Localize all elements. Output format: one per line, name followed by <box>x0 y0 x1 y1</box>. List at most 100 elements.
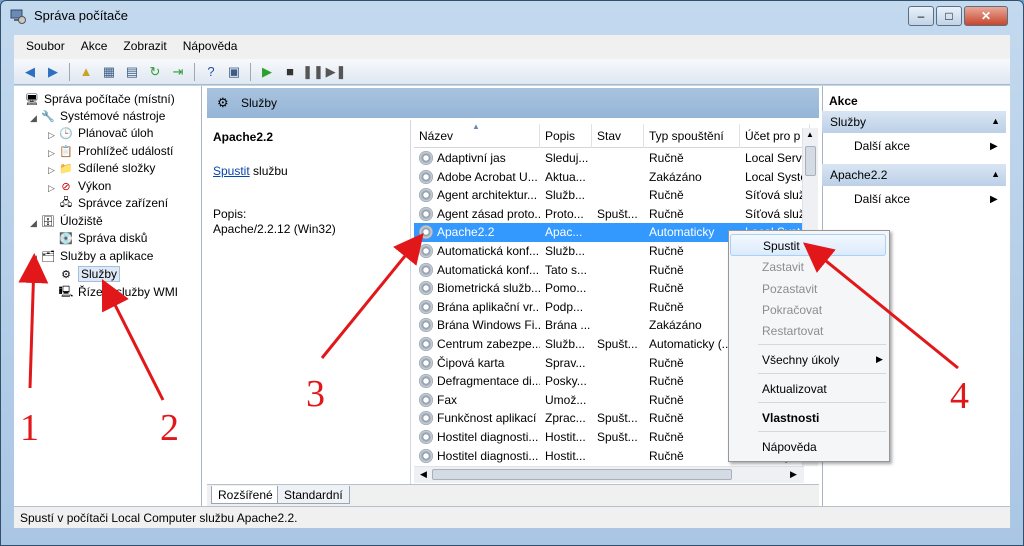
tree-disk-management[interactable]: 💽 Správa disků <box>58 229 147 247</box>
tab-extended[interactable]: Rozšířené <box>211 486 280 504</box>
pause-service-icon[interactable]: ❚❚ <box>302 62 324 82</box>
collapse-up-icon[interactable]: ▲ <box>991 116 1000 126</box>
help-icon[interactable]: ? <box>201 62 221 82</box>
scroll-left-icon[interactable]: ◀ <box>420 469 427 480</box>
table-cell: Apache2.2 <box>414 223 540 242</box>
menu-bar: Soubor Akce Zobrazit Nápověda <box>18 36 245 58</box>
tree-event-viewer[interactable]: 📋 Prohlížeč událostí <box>58 142 173 160</box>
table-row[interactable]: Adaptivní jas Sleduj... Ručně Local Serv <box>414 149 810 168</box>
table-cell: Hostit... <box>540 447 592 466</box>
expand-icon[interactable]: ▷ <box>48 130 55 141</box>
back-icon[interactable]: ◀ <box>20 62 40 82</box>
ctx-all-tasks[interactable]: Všechny úkoly <box>730 349 886 371</box>
table-cell-text: Biometrická služb... <box>437 281 540 296</box>
minimize-button[interactable]: – <box>908 6 934 26</box>
scroll-up-icon[interactable]: ▲ <box>806 130 814 139</box>
collapse-icon[interactable]: ◢ <box>30 113 37 124</box>
title-bar: Správa počítače – □ ✕ <box>0 0 1022 30</box>
horizontal-scrollbar[interactable]: ◀ ▶ <box>414 466 804 483</box>
table-cell: Čipová karta <box>414 354 540 373</box>
table-cell-text: Spušt... <box>597 337 638 351</box>
vertical-scroll-thumb[interactable] <box>805 146 816 176</box>
ctx-resume[interactable]: Pokračovat <box>730 299 886 321</box>
table-row[interactable]: Adobe Acrobat U... Aktua... Zakázáno Local … <box>414 168 810 187</box>
table-cell: Ručně <box>644 242 740 261</box>
show-tree-icon[interactable]: ▦ <box>99 62 119 82</box>
up-folder-icon[interactable]: ▲ <box>76 62 96 82</box>
actions-section-services[interactable]: Služby ▲ <box>822 111 1006 133</box>
table-cell <box>592 279 644 298</box>
column-startup-type[interactable]: Typ spouštění <box>644 124 740 148</box>
collapse-up-icon[interactable]: ▲ <box>991 169 1000 179</box>
table-cell-text: Síťová služ <box>745 206 805 221</box>
service-gear-icon <box>419 225 433 240</box>
tab-standard[interactable]: Standardní <box>277 486 350 504</box>
tree-system-tools[interactable]: 🔧 Systémové nástroje <box>40 107 165 125</box>
properties-icon[interactable]: ▤ <box>122 62 142 82</box>
column-status[interactable]: Stav <box>592 124 644 148</box>
ctx-pause[interactable]: Pozastavit <box>730 278 886 300</box>
show-action-pane-icon[interactable]: ▣ <box>224 62 244 82</box>
annotation-3: 3 <box>306 373 325 415</box>
tree-task-scheduler[interactable]: 🕒 Plánovač úloh <box>58 124 153 142</box>
column-name[interactable]: Název ▲ <box>414 124 540 148</box>
column-description[interactable]: Popis <box>540 124 592 148</box>
menu-action[interactable]: Akce <box>73 36 116 58</box>
menu-file[interactable]: Soubor <box>18 36 73 58</box>
services-header: ⚙ Služby <box>207 88 819 118</box>
table-row[interactable]: Agent architektur... Služb... Ručně Síťová … <box>414 186 810 205</box>
ctx-restart[interactable]: Restartovat <box>730 320 886 342</box>
tree-services-apps[interactable]: 🗂 Služby a aplikace <box>40 247 153 265</box>
tree-services[interactable]: ⚙ Služby <box>58 265 121 283</box>
table-row[interactable]: Agent zásad proto... Proto... Spušt... Ručn… <box>414 205 810 224</box>
more-actions-services[interactable]: Další akce <box>854 139 910 153</box>
tree-performance[interactable]: ⊘ Výkon <box>58 177 111 195</box>
horizontal-scroll-thumb[interactable] <box>432 469 732 480</box>
table-cell-text: Ručně <box>649 244 684 258</box>
more-actions-apache[interactable]: Další akce <box>854 192 910 206</box>
stop-service-icon[interactable]: ■ <box>280 62 300 82</box>
ctx-start[interactable]: Spustit <box>730 234 886 256</box>
maximize-button[interactable]: □ <box>936 6 962 26</box>
table-cell: Služb... <box>540 335 592 354</box>
tree-wmi-control[interactable]: 🖳 Řízení služby WMI <box>58 283 178 301</box>
refresh-icon[interactable]: ↻ <box>145 62 165 82</box>
tree-storage[interactable]: 🗄 Úložiště <box>40 212 103 230</box>
menu-help[interactable]: Nápověda <box>175 36 246 58</box>
menu-view[interactable]: Zobrazit <box>115 36 174 58</box>
scroll-right-icon[interactable]: ▶ <box>790 469 797 480</box>
actions-section-services-label: Služby <box>830 115 867 129</box>
expand-icon[interactable]: ▷ <box>48 165 55 176</box>
table-cell <box>592 242 644 261</box>
forward-icon[interactable]: ▶ <box>43 62 63 82</box>
ctx-separator <box>758 402 886 403</box>
collapse-icon[interactable]: ◢ <box>30 218 37 229</box>
table-cell-text: Automatická konf... <box>437 262 540 277</box>
annotation-1: 1 <box>20 407 39 449</box>
ctx-stop[interactable]: Zastavit <box>730 256 886 278</box>
table-cell-text: Apache2.2 <box>437 225 495 240</box>
toolbar-separator <box>194 62 195 81</box>
table-cell-text: Centrum zabezpe... <box>437 337 540 351</box>
expand-icon[interactable]: ▷ <box>48 148 55 159</box>
tree-device-manager[interactable]: 🖧 Správce zařízení <box>58 194 168 212</box>
expand-icon[interactable]: ▷ <box>48 183 55 194</box>
restart-service-icon[interactable]: ▶❚ <box>326 62 347 82</box>
table-cell: Ručně <box>644 354 740 373</box>
wmi-icon: 🖳 <box>58 285 74 298</box>
ctx-help[interactable]: Nápověda <box>730 436 886 458</box>
column-log-on-as[interactable]: Účet pro p <box>740 124 810 148</box>
collapse-icon[interactable]: ◢ <box>30 253 37 264</box>
ctx-properties[interactable]: Vlastnosti <box>730 407 886 429</box>
tree-shared-folders[interactable]: 📁 Sdílené složky <box>58 159 155 177</box>
close-button[interactable]: ✕ <box>964 6 1008 26</box>
table-cell <box>592 372 644 391</box>
start-service-link[interactable]: Spustit <box>213 164 250 178</box>
actions-section-apache[interactable]: Apache2.2 ▲ <box>822 164 1006 186</box>
tree-root[interactable]: 🖥 Správa počítače (místní) <box>24 90 175 108</box>
table-cell: Služb... <box>540 242 592 261</box>
table-cell-text: Hostit... <box>545 430 586 444</box>
start-service-icon[interactable]: ▶ <box>257 62 277 82</box>
ctx-refresh[interactable]: Aktualizovat <box>730 378 886 400</box>
export-list-icon[interactable]: ⇥ <box>168 62 188 82</box>
